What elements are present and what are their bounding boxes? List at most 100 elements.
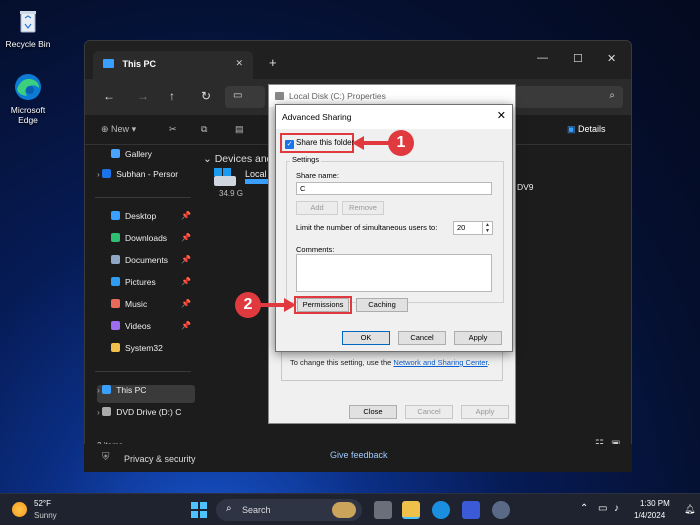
weather-temperature[interactable]: 52°F [34, 499, 51, 508]
volume-icon[interactable]: ♪ [614, 503, 619, 514]
sidebar-item-icon [111, 149, 120, 158]
network-info-box: To change this setting, use the Network … [281, 347, 503, 381]
apply-button[interactable]: Apply [454, 331, 502, 345]
sidebar-item-label: Music [125, 299, 148, 309]
notification-bell-icon[interactable]: 🔔︎ [684, 504, 695, 515]
drive-label: Local [245, 169, 267, 179]
properties-apply-button[interactable]: Apply [461, 405, 509, 419]
sidebar-item-label: Videos [125, 321, 151, 331]
task-view-icon[interactable] [374, 501, 392, 519]
file-explorer-taskbar-icon[interactable] [402, 501, 420, 519]
sidebar-item[interactable]: Gallery [97, 149, 195, 167]
sidebar-item-label: This PC [116, 385, 147, 395]
minimize-button[interactable]: — [537, 52, 548, 64]
recycle-bin-icon[interactable]: Recycle Bin [0, 6, 56, 49]
advanced-sharing-title-bar: Advanced Sharing ✕ [276, 105, 512, 129]
sidebar-item-icon [111, 211, 120, 220]
taskbar: 52°F Sunny ⌕ Search ⌃ ▭ ♪ 1:30 PM 1/4/20… [0, 493, 700, 525]
edge-label: Microsoft Edge [10, 105, 46, 125]
drive-size: 34.9 G [219, 189, 244, 198]
add-button[interactable]: Add [296, 201, 338, 215]
privacy-security-link[interactable]: Privacy & security [124, 454, 196, 464]
search-box[interactable]: ⌕ [515, 86, 623, 108]
new-tab-button[interactable]: + [269, 55, 277, 70]
disk-icon [275, 92, 284, 100]
forward-arrow-icon[interactable]: → [137, 89, 149, 103]
sidebar-item[interactable]: Documents 📌 [97, 255, 195, 273]
address-bar[interactable]: ▭ [225, 86, 265, 108]
give-feedback-link[interactable]: Give feedback [330, 450, 388, 460]
user-limit-spinner[interactable]: 20 ▲ ▼ [453, 221, 493, 235]
sidebar-item-label: Gallery [125, 149, 152, 159]
start-icon[interactable] [190, 501, 208, 519]
back-arrow-icon[interactable]: ← [103, 89, 115, 103]
share-folder-label[interactable]: Share this folder [296, 138, 354, 147]
local-disk-item[interactable]: Local 34.9 G [213, 167, 269, 198]
sidebar-item[interactable]: › DVD Drive (D:) C [97, 407, 195, 425]
sidebar-divider [95, 371, 191, 372]
properties-close-button[interactable]: Close [349, 405, 397, 419]
sidebar-item-label: Downloads [125, 233, 168, 243]
new-label: New [111, 124, 130, 134]
paste-icon[interactable]: ▤ [235, 124, 244, 135]
sidebar-item[interactable]: Desktop 📌 [97, 211, 195, 229]
sidebar-item[interactable]: Videos 📌 [97, 321, 195, 339]
sidebar-item[interactable]: › This PC [97, 385, 195, 403]
share-name-label: Share name: [296, 171, 339, 180]
copy-icon[interactable]: ⧉ [201, 124, 207, 135]
tab-close-icon[interactable]: ✕ [235, 58, 243, 69]
search-icon: ⌕ [609, 90, 615, 101]
cancel-button[interactable]: Cancel [398, 331, 446, 345]
devices-section-header[interactable]: ⌄ Devices and [203, 153, 273, 165]
clock-date[interactable]: 1/4/2024 [634, 511, 665, 520]
ok-button[interactable]: OK [342, 331, 390, 345]
sidebar-item-label: System32 [125, 343, 163, 353]
close-icon[interactable]: ✕ [497, 109, 506, 122]
properties-cancel-button[interactable]: Cancel [405, 405, 453, 419]
weather-condition[interactable]: Sunny [34, 511, 57, 520]
spinner-arrows-icon[interactable]: ▲ ▼ [482, 222, 492, 234]
share-folder-checkbox[interactable]: ✓ [285, 140, 294, 149]
tray-chevron-icon[interactable]: ⌃ [580, 503, 588, 514]
tab-this-pc[interactable]: This PC ✕ [93, 51, 253, 79]
network-icon[interactable]: ▭ [598, 503, 607, 514]
weather-sun-icon[interactable] [12, 502, 27, 517]
callout-badge-1: 1 [388, 130, 414, 156]
sidebar-item[interactable]: Downloads 📌 [97, 233, 195, 251]
sidebar-item-icon [102, 385, 112, 394]
taskbar-search-label: Search [242, 505, 271, 515]
maximize-button[interactable]: ☐ [573, 52, 583, 65]
explorer-tab-bar: This PC ✕ + — ☐ ✕ [85, 41, 631, 79]
edge-desktop-icon[interactable]: Microsoft Edge [0, 72, 56, 125]
permissions-button[interactable]: Permissions [297, 298, 349, 312]
sidebar-item[interactable]: Pictures 📌 [97, 277, 195, 295]
navigation-pane: Gallery › Subhan - Persor Desktop 📌 Download… [85, 145, 197, 445]
share-folder-checkbox-highlight: ✓ Share this folder [280, 133, 354, 153]
sidebar-item[interactable]: › Subhan - Persor [97, 169, 195, 187]
remove-button[interactable]: Remove [342, 201, 384, 215]
cut-icon[interactable]: ✂ [169, 124, 177, 135]
sidebar-item[interactable]: Music 📌 [97, 299, 195, 317]
caching-button[interactable]: Caching [356, 298, 408, 312]
up-arrow-icon[interactable]: ↑ [169, 89, 175, 103]
drive-icon [214, 168, 236, 186]
close-window-button[interactable]: ✕ [607, 52, 616, 65]
store-taskbar-icon[interactable] [462, 501, 480, 519]
user-limit-value: 20 [457, 223, 466, 232]
devices-header-label: Devices and [214, 153, 273, 165]
settings-gear-icon[interactable] [492, 501, 510, 519]
new-button[interactable]: ⊕ New ▾ [101, 124, 136, 135]
sidebar-item-label: Desktop [125, 211, 157, 221]
edge-icon [13, 72, 43, 102]
network-info-text: To change this setting, use the [290, 358, 392, 367]
refresh-icon[interactable]: ↻ [201, 89, 211, 103]
comments-textarea[interactable] [296, 254, 492, 292]
taskbar-search-box[interactable]: ⌕ Search [216, 499, 362, 521]
sidebar-item-icon [111, 321, 120, 330]
clock-time[interactable]: 1:30 PM [640, 499, 670, 508]
network-sharing-center-link[interactable]: Network and Sharing Center [393, 358, 487, 367]
details-button[interactable]: ▣ Details [567, 124, 606, 135]
edge-taskbar-icon[interactable] [432, 501, 450, 519]
share-name-input[interactable]: C [296, 182, 492, 195]
sidebar-item[interactable]: System32 [97, 343, 195, 361]
